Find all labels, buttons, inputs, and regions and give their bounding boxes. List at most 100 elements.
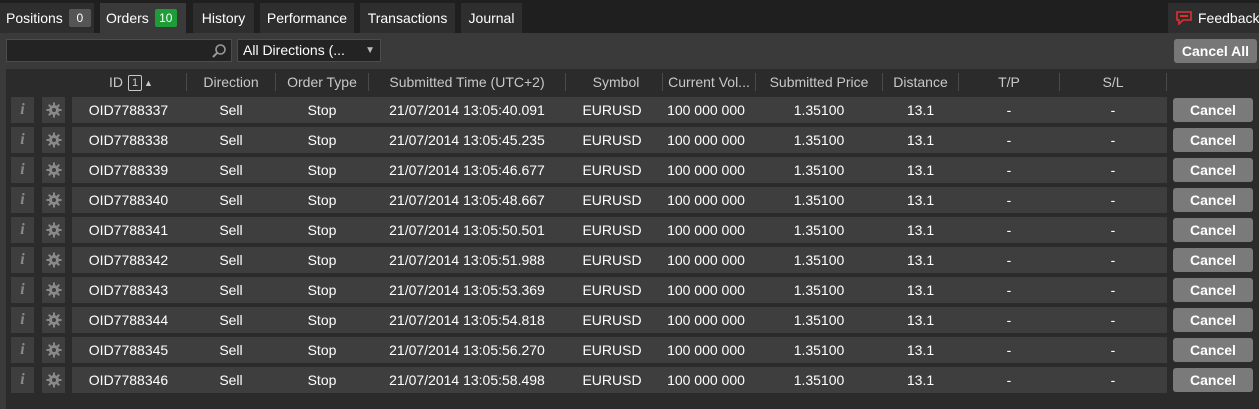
info-icon: i [20, 131, 25, 148]
tp-cell: - [1006, 342, 1012, 358]
tab-orders[interactable]: Orders 10 [100, 3, 186, 33]
current-volume-cell: 100 000 000 [667, 282, 745, 298]
direction-cell: Sell [219, 312, 243, 328]
cancel-order-button[interactable]: Cancel [1173, 128, 1253, 152]
cancel-order-button[interactable]: Cancel [1173, 158, 1253, 182]
tab-label: History [201, 10, 246, 26]
cancel-order-button[interactable]: Cancel [1173, 308, 1253, 332]
column-header-current-volume[interactable]: Current Vol... [663, 69, 755, 95]
cancel-order-button[interactable]: Cancel [1173, 338, 1253, 362]
info-button[interactable]: i [11, 157, 34, 183]
table-row: i OID7788337 Sell Stop 21/07/2014 13:05:… [6, 97, 1259, 123]
gear-icon [46, 132, 61, 148]
symbol-cell: EURUSD [582, 252, 642, 268]
table-row: i OID7788339 Sell Stop 21/07/2014 13:05:… [6, 157, 1259, 183]
column-divider [1166, 73, 1167, 91]
settings-button[interactable] [42, 307, 65, 333]
submitted-time-cell: 21/07/2014 13:05:40.091 [389, 102, 545, 118]
gear-icon [46, 342, 61, 358]
settings-button[interactable] [42, 277, 65, 303]
symbol-cell: EURUSD [582, 222, 642, 238]
current-volume-cell: 100 000 000 [667, 372, 745, 388]
distance-cell: 13.1 [906, 252, 935, 268]
tab-label: Journal [468, 10, 515, 26]
distance-cell: 13.1 [906, 282, 935, 298]
settings-button[interactable] [42, 157, 65, 183]
column-header-id[interactable]: ID 1 ▲ [76, 69, 186, 95]
info-button[interactable]: i [11, 247, 34, 273]
search-input[interactable] [6, 39, 232, 62]
cancel-order-button[interactable]: Cancel [1173, 278, 1253, 302]
info-button[interactable]: i [11, 97, 34, 123]
info-button[interactable]: i [11, 307, 34, 333]
cancel-all-button[interactable]: Cancel All [1174, 39, 1257, 63]
order-type-cell: Stop [307, 312, 337, 328]
info-icon: i [20, 281, 25, 298]
table-row: i OID7788343 Sell Stop 21/07/2014 13:05:… [6, 277, 1259, 303]
submitted-time-cell: 21/07/2014 13:05:54.818 [389, 312, 545, 328]
feedback-button[interactable]: Feedback [1168, 3, 1259, 33]
settings-button[interactable] [42, 127, 65, 153]
tab-transactions[interactable]: Transactions [360, 3, 455, 33]
direction-cell: Sell [219, 192, 243, 208]
distance-cell: 13.1 [906, 192, 935, 208]
column-header-submitted-price[interactable]: Submitted Price [756, 69, 882, 95]
settings-button[interactable] [42, 97, 65, 123]
sl-cell: - [1110, 162, 1116, 178]
cancel-order-button[interactable]: Cancel [1173, 218, 1253, 242]
info-button[interactable]: i [11, 367, 34, 393]
current-volume-cell: 100 000 000 [667, 342, 745, 358]
search-icon[interactable] [211, 43, 227, 59]
gear-icon [46, 222, 61, 238]
submitted-price-cell: 1.35100 [793, 252, 845, 268]
info-button[interactable]: i [11, 187, 34, 213]
cancel-order-button[interactable]: Cancel [1173, 98, 1253, 122]
tab-performance[interactable]: Performance [260, 3, 354, 33]
order-type-cell: Stop [307, 162, 337, 178]
order-id-cell: OID7788337 [88, 102, 169, 118]
tab-history[interactable]: History [193, 3, 254, 33]
tab-journal[interactable]: Journal [461, 3, 522, 33]
order-type-cell: Stop [307, 342, 337, 358]
submitted-price-cell: 1.35100 [793, 102, 845, 118]
direction-cell: Sell [219, 132, 243, 148]
cancel-order-button[interactable]: Cancel [1173, 368, 1253, 392]
column-header-direction[interactable]: Direction [187, 69, 275, 95]
column-header-symbol[interactable]: Symbol [566, 69, 666, 95]
sl-cell: - [1110, 132, 1116, 148]
gear-icon [46, 372, 61, 388]
cancel-order-button[interactable]: Cancel [1173, 188, 1253, 212]
gear-icon [46, 312, 61, 328]
tp-cell: - [1006, 252, 1012, 268]
settings-button[interactable] [42, 337, 65, 363]
symbol-cell: EURUSD [582, 342, 642, 358]
current-volume-cell: 100 000 000 [667, 252, 745, 268]
submitted-price-cell: 1.35100 [793, 222, 845, 238]
gear-icon [46, 102, 61, 118]
info-button[interactable]: i [11, 217, 34, 243]
tp-cell: - [1006, 162, 1012, 178]
tab-positions[interactable]: Positions 0 [0, 3, 94, 33]
settings-button[interactable] [42, 367, 65, 393]
settings-button[interactable] [42, 247, 65, 273]
column-header-distance[interactable]: Distance [883, 69, 958, 95]
info-button[interactable]: i [11, 277, 34, 303]
info-icon: i [20, 341, 25, 358]
submitted-price-cell: 1.35100 [793, 342, 845, 358]
table-row: i OID7788346 Sell Stop 21/07/2014 13:05:… [6, 367, 1259, 393]
direction-filter-dropdown[interactable]: All Directions (... ▼ [237, 39, 381, 62]
column-header-sl[interactable]: S/L [1060, 69, 1166, 95]
info-button[interactable]: i [11, 127, 34, 153]
column-header-order-type[interactable]: Order Type [276, 69, 368, 95]
settings-button[interactable] [42, 217, 65, 243]
current-volume-cell: 100 000 000 [667, 162, 745, 178]
sort-index-badge: 1 [128, 75, 143, 92]
column-header-submitted-time[interactable]: Submitted Time (UTC+2) [369, 69, 565, 95]
distance-cell: 13.1 [906, 162, 935, 178]
cancel-order-button[interactable]: Cancel [1173, 248, 1253, 272]
info-button[interactable]: i [11, 337, 34, 363]
column-header-tp[interactable]: T/P [959, 69, 1059, 95]
sl-cell: - [1110, 192, 1116, 208]
symbol-cell: EURUSD [582, 312, 642, 328]
settings-button[interactable] [42, 187, 65, 213]
